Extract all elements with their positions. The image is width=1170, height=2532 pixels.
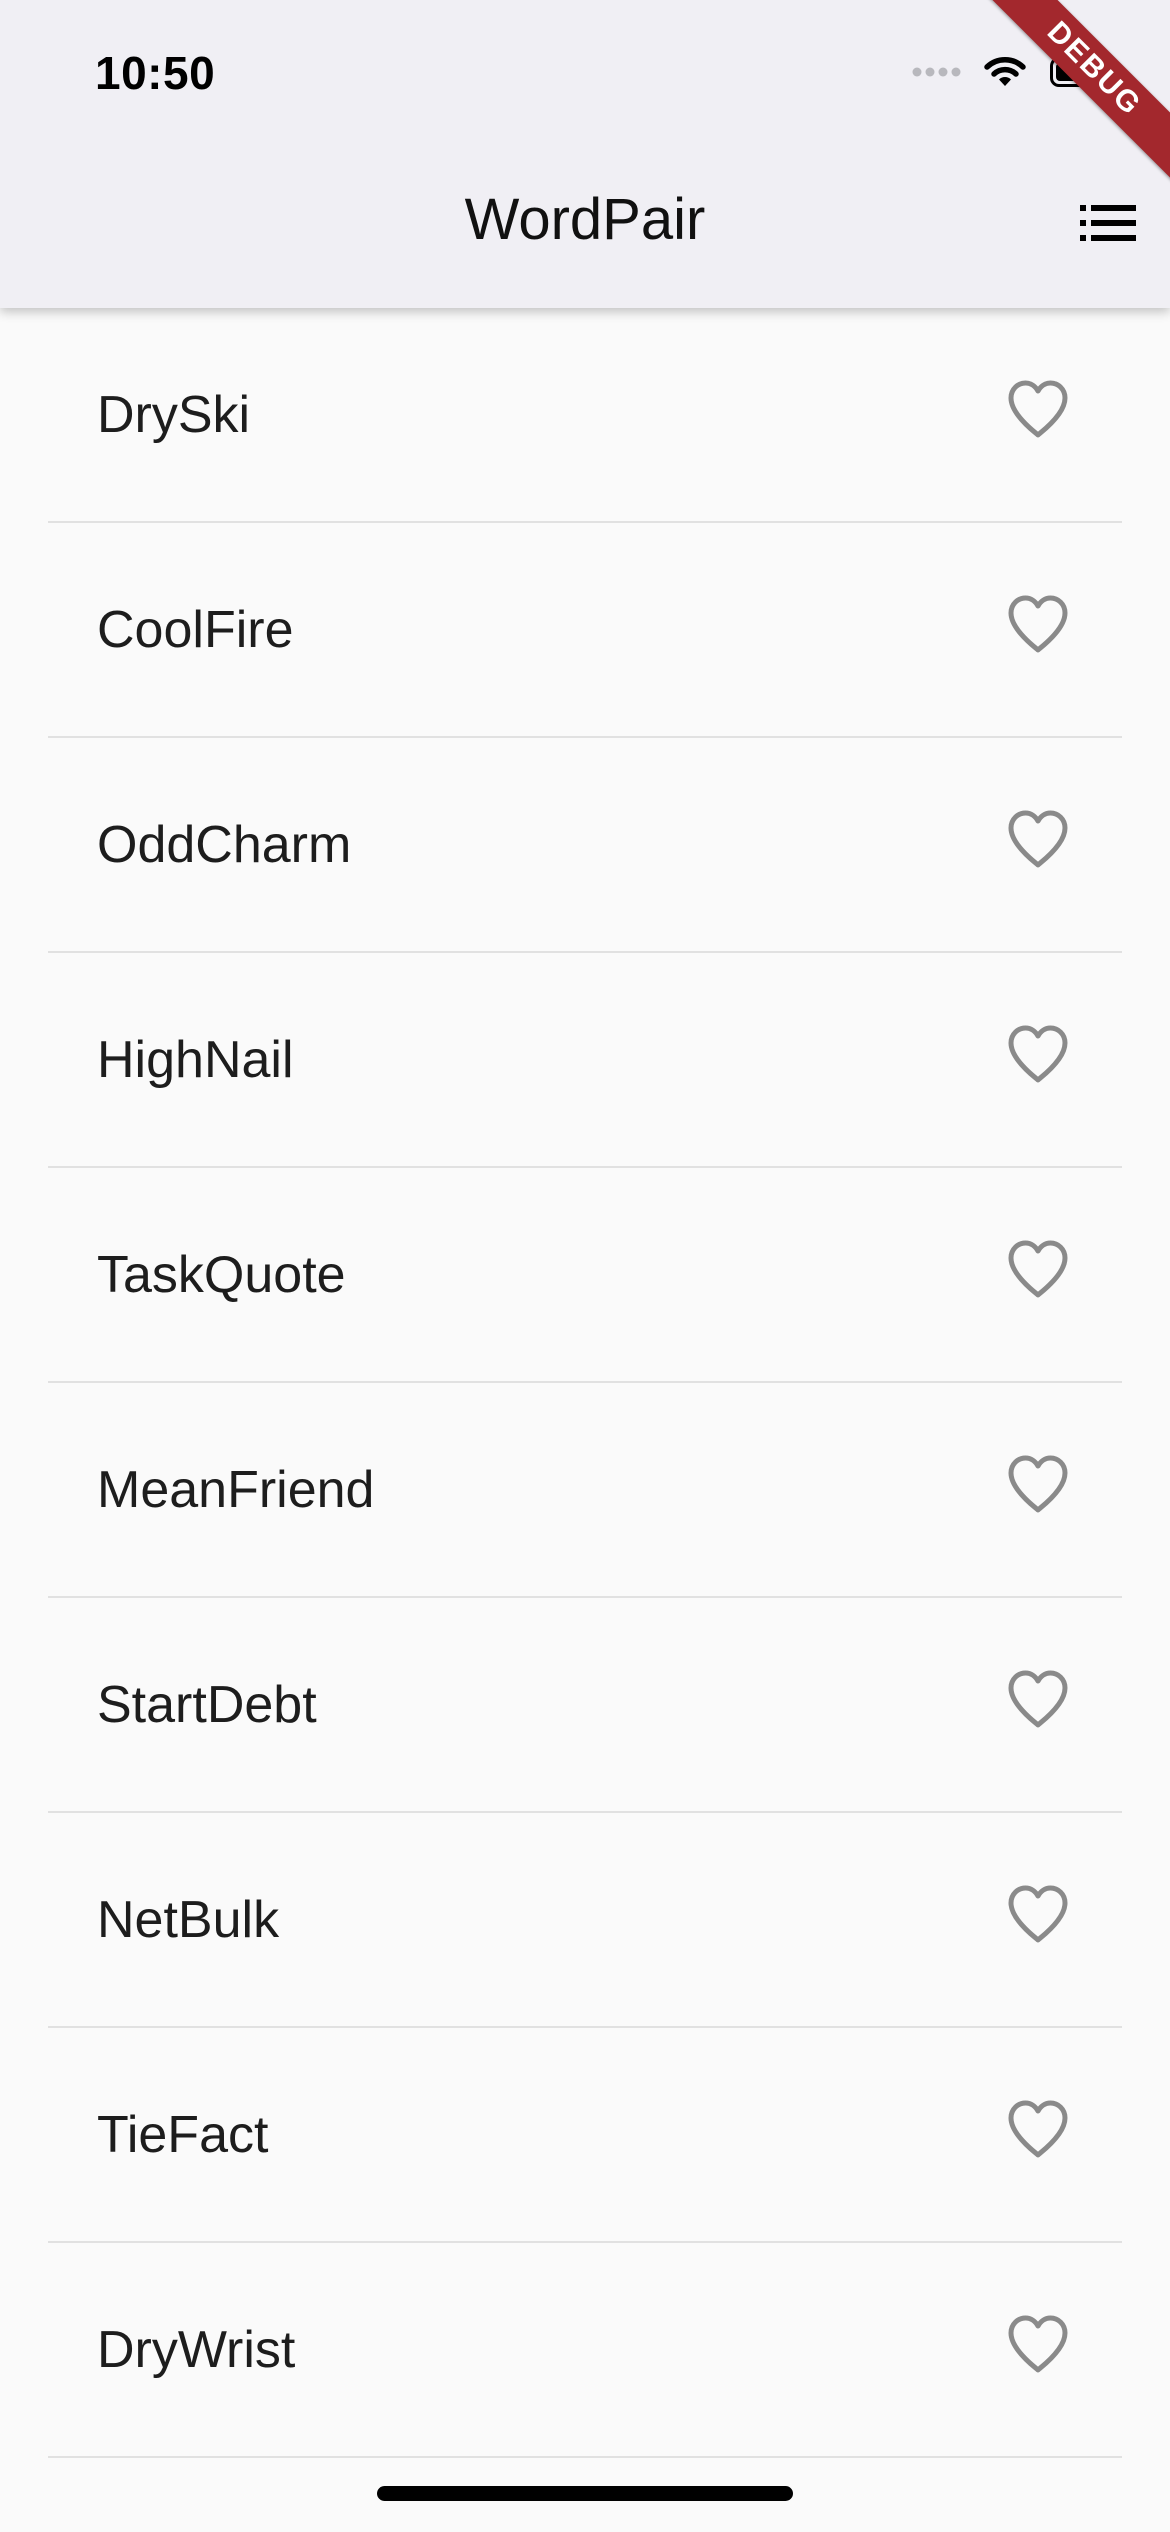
word-pair-label: TieFact <box>97 2106 269 2164</box>
list-item[interactable]: MeanFriend <box>0 1383 1170 1598</box>
heart-outline-icon[interactable] <box>1005 595 1071 655</box>
app-screen: 10:50 WordPair DEBUG DrySki CoolFire Odd… <box>0 0 1170 2532</box>
list-item[interactable]: CoolFire <box>0 523 1170 738</box>
word-pair-label: TaskQuote <box>97 1246 346 1304</box>
heart-outline-icon[interactable] <box>1005 810 1071 870</box>
word-pair-label: CoolFire <box>97 601 294 659</box>
page-title: WordPair <box>464 187 706 252</box>
heart-outline-icon[interactable] <box>1005 380 1071 440</box>
list-item[interactable]: DryWrist <box>0 2243 1170 2458</box>
word-pair-label: NetBulk <box>97 1891 280 1949</box>
saved-list-button[interactable] <box>1076 196 1140 250</box>
heart-outline-icon[interactable] <box>1005 1885 1071 1945</box>
heart-outline-icon[interactable] <box>1005 1025 1071 1085</box>
home-indicator[interactable] <box>377 2486 793 2501</box>
cellular-signal-icon <box>912 67 961 77</box>
list-item[interactable]: HighNail <box>0 953 1170 1168</box>
word-pair-label: OddCharm <box>97 816 352 874</box>
heart-outline-icon[interactable] <box>1005 2100 1071 2160</box>
list-item[interactable]: TaskQuote <box>0 1168 1170 1383</box>
status-time: 10:50 <box>95 47 216 99</box>
word-pair-label: HighNail <box>97 1031 294 1089</box>
battery-icon <box>1050 57 1113 87</box>
status-icons <box>912 52 1113 92</box>
list-divider <box>48 2456 1122 2458</box>
heart-outline-icon[interactable] <box>1005 2315 1071 2375</box>
list-item[interactable]: OddCharm <box>0 738 1170 953</box>
list-item[interactable]: TieFact <box>0 2028 1170 2243</box>
heart-outline-icon[interactable] <box>1005 1455 1071 1515</box>
word-pair-label: DryWrist <box>97 2321 296 2379</box>
app-bar: 10:50 WordPair <box>0 0 1170 308</box>
wifi-icon <box>984 57 1026 86</box>
heart-outline-icon[interactable] <box>1005 1240 1071 1300</box>
word-pair-label: DrySki <box>97 386 251 444</box>
list-icon <box>1080 205 1136 241</box>
list-item[interactable]: DrySki <box>0 308 1170 523</box>
word-pair-label: StartDebt <box>97 1676 317 1734</box>
word-pair-list: DrySki CoolFire OddCharm HighNail TaskQuote M… <box>0 308 1170 2458</box>
word-pair-label: MeanFriend <box>97 1461 375 1519</box>
list-item[interactable]: NetBulk <box>0 1813 1170 2028</box>
list-item[interactable]: StartDebt <box>0 1598 1170 1813</box>
heart-outline-icon[interactable] <box>1005 1670 1071 1730</box>
